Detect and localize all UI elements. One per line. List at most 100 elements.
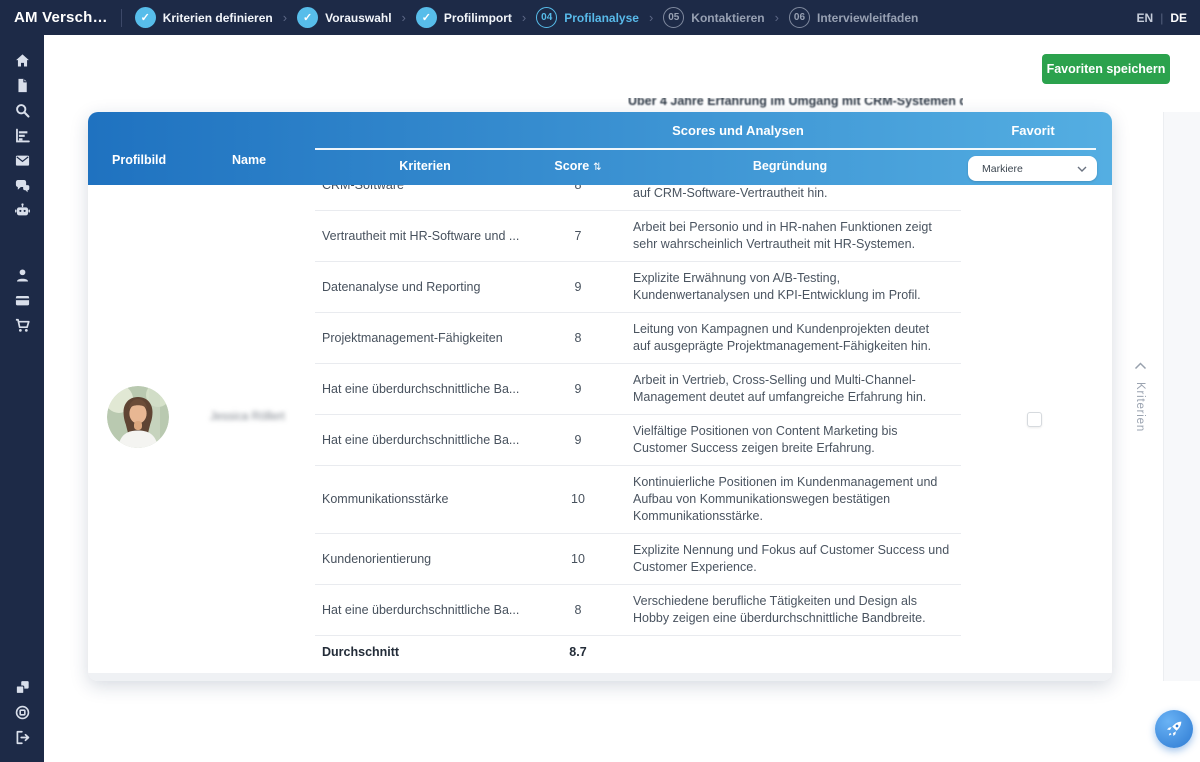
criterion-justification: Arbeit bei Personio und in HR-nahen Funk… bbox=[633, 219, 961, 253]
target-icon[interactable] bbox=[10, 700, 34, 724]
sort-icon: ⇅ bbox=[593, 162, 601, 173]
criterion-justification: Vielfältige Positionen von Content Marke… bbox=[633, 423, 961, 457]
kriterien-panel-toggle[interactable]: Kriterien bbox=[1128, 358, 1154, 468]
table-row: Projektmanagement-Fähigkeiten 8 Leitung … bbox=[88, 313, 1112, 364]
right-panel-rail bbox=[1163, 112, 1200, 681]
table-row: Kommunikationsstärke 10 Kontinuierliche … bbox=[88, 466, 1112, 534]
justification-line: Vielfältige Positionen von Content Marke… bbox=[633, 423, 961, 440]
justification-line: auf ausgeprägte Projektmanagement-Fähigk… bbox=[633, 338, 961, 355]
stepper-step-6[interactable]: 06 Interviewleitfaden bbox=[789, 7, 918, 28]
logout-icon[interactable] bbox=[10, 725, 34, 749]
assistant-fab[interactable] bbox=[1155, 710, 1193, 748]
criterion-label: Kommunikationsstärke bbox=[315, 491, 533, 508]
table-row: Vertrautheit mit HR-Software und ... 7 A… bbox=[88, 211, 1112, 262]
candidate-name-redacted: Jessica Röllert bbox=[210, 411, 330, 423]
criterion-label: Hat eine überdurchschnittliche Ba... bbox=[315, 381, 533, 398]
step-number: 05 bbox=[663, 7, 684, 28]
table-row: Datenanalyse und Reporting 9 Explizite E… bbox=[88, 262, 1112, 313]
search-icon[interactable] bbox=[10, 98, 34, 122]
cart-icon[interactable] bbox=[10, 313, 34, 337]
wizard-stepper: ✓Kriterien definieren › ✓Vorauswahl › ✓ Profi… bbox=[135, 7, 919, 28]
criterion-score: 9 bbox=[533, 432, 623, 449]
criterion-score: 10 bbox=[533, 551, 623, 568]
cubes-icon[interactable] bbox=[10, 675, 34, 699]
group-scores-header: Scores und Analysen bbox=[588, 123, 888, 138]
favorit-checkbox[interactable] bbox=[1027, 412, 1042, 427]
justification-line: Kundenwertanalysen und KPI-Entwicklung i… bbox=[633, 287, 961, 304]
step-label: Profilimport bbox=[444, 11, 512, 25]
card-icon[interactable] bbox=[10, 288, 34, 312]
stepper-step-5[interactable]: 05 Kontaktieren bbox=[663, 7, 764, 28]
criterion-score: 9 bbox=[533, 381, 623, 398]
check-icon: ✓ bbox=[135, 7, 156, 28]
criterion-score: 10 bbox=[533, 491, 623, 508]
justification-line: Arbeit bei Personio und in HR-nahen Funk… bbox=[633, 219, 961, 236]
col-begruendung-header: Begründung bbox=[680, 159, 900, 173]
col-kriterien-header: Kriterien bbox=[335, 159, 515, 173]
justification-line: Kontinuierliche Positionen im Kundenmana… bbox=[633, 474, 961, 491]
col-name-header: Name bbox=[232, 153, 266, 167]
justification-line: Hobby zeigen eine überdurchschnittliche … bbox=[633, 610, 961, 627]
summary-score: 8.7 bbox=[533, 644, 623, 661]
top-bar: AM Versch… ✓Kriterien definieren › ✓Voraus… bbox=[0, 0, 1200, 35]
summary-label: Durchschnitt bbox=[315, 644, 533, 661]
step-label: Kontaktieren bbox=[691, 11, 764, 25]
step-label: Profilanalyse bbox=[564, 11, 639, 25]
justification-line: Explizite Erwähnung von A/B-Testing, bbox=[633, 270, 961, 287]
criterion-label: Hat eine überdurchschnittliche Ba... bbox=[315, 602, 533, 619]
lang-de-button[interactable]: DE bbox=[1170, 11, 1187, 25]
document-icon[interactable] bbox=[10, 73, 34, 97]
check-icon: ✓ bbox=[297, 7, 318, 28]
criterion-label: Vertrautheit mit HR-Software und ... bbox=[315, 228, 533, 245]
justification-line: Management deutet auf umfangreiche Erfah… bbox=[633, 389, 961, 406]
divider bbox=[121, 9, 122, 27]
stepper-step-3[interactable]: ✓ Profilimport bbox=[416, 7, 512, 28]
chevron-up-icon bbox=[1134, 362, 1147, 370]
home-icon[interactable] bbox=[10, 48, 34, 72]
stepper-step-2[interactable]: ✓Vorauswahl bbox=[297, 7, 391, 28]
step-label: Interviewleitfaden bbox=[817, 11, 918, 25]
project-title: AM Versch… bbox=[14, 9, 108, 26]
justification-line: Explizite Nennung und Fokus auf Customer… bbox=[633, 542, 961, 559]
criterion-label: Projektmanagement-Fähigkeiten bbox=[315, 330, 533, 347]
chart-icon[interactable] bbox=[10, 123, 34, 147]
criterion-score: 8 bbox=[533, 602, 623, 619]
criterion-label: Datenanalyse und Reporting bbox=[315, 279, 533, 296]
justification-line: Kommunikationsstärke. bbox=[633, 508, 961, 525]
criterion-label: Hat eine überdurchschnittliche Ba... bbox=[315, 432, 533, 449]
profile-analysis-table: Profilbild Name Scores und Analysen Favo… bbox=[88, 112, 1112, 681]
step-number: 04 bbox=[536, 7, 557, 28]
check-icon: ✓ bbox=[416, 7, 437, 28]
mail-icon[interactable] bbox=[10, 148, 34, 172]
justification-line: Arbeit in Vertrieb, Cross-Selling und Mu… bbox=[633, 372, 961, 389]
chevron-right-icon: › bbox=[649, 10, 653, 25]
language-switch: EN | DE bbox=[1137, 0, 1187, 35]
lang-en-button[interactable]: EN bbox=[1137, 11, 1154, 25]
criterion-justification: Explizite Erwähnung von A/B-Testing,Kund… bbox=[633, 270, 961, 304]
chevron-down-icon bbox=[1077, 166, 1087, 172]
table-row: Kundenorientierung 10 Explizite Nennung … bbox=[88, 534, 1112, 585]
col-score-header[interactable]: Score⇅ bbox=[518, 159, 638, 173]
stepper-step-1[interactable]: ✓Kriterien definieren bbox=[135, 7, 273, 28]
criterion-justification: Kontinuierliche Positionen im Kundenmana… bbox=[633, 474, 961, 525]
stepper-step-4[interactable]: 04 Profilanalyse bbox=[536, 7, 639, 28]
save-favorites-button[interactable]: Favoriten speichern bbox=[1042, 54, 1170, 84]
favorit-select[interactable]: Markiere bbox=[968, 156, 1097, 181]
chat-icon[interactable] bbox=[10, 173, 34, 197]
criterion-score: 7 bbox=[533, 228, 623, 245]
robot-icon[interactable] bbox=[10, 198, 34, 222]
justification-line: Customer Success zeigen breite Erfahrung… bbox=[633, 440, 961, 457]
col-profilbild-header: Profilbild bbox=[112, 153, 166, 167]
chevron-right-icon: › bbox=[775, 10, 779, 25]
criterion-justification: Mehrjährige Arbeit mit Salesforce und Hu… bbox=[633, 185, 961, 202]
user-icon[interactable] bbox=[10, 263, 34, 287]
justification-line: auf CRM-Software-Vertrautheit hin. bbox=[633, 185, 961, 202]
criterion-score: 8 bbox=[533, 185, 623, 194]
criterion-justification: Arbeit in Vertrieb, Cross-Selling und Mu… bbox=[633, 372, 961, 406]
justification-line: Customer Experience. bbox=[633, 559, 961, 576]
lang-divider: | bbox=[1160, 11, 1163, 25]
step-number: 06 bbox=[789, 7, 810, 28]
chevron-right-icon: › bbox=[402, 10, 406, 25]
criterion-score: 9 bbox=[533, 279, 623, 296]
justification-line: Verschiedene berufliche Tätigkeiten und … bbox=[633, 593, 961, 610]
